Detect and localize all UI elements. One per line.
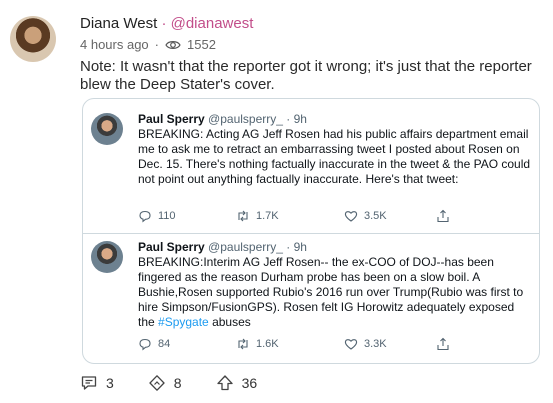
retweet-icon — [238, 338, 248, 350]
author-line: Diana West · @dianawest — [80, 14, 253, 34]
upvote-count: 36 — [241, 375, 258, 391]
reply-icon — [139, 210, 151, 223]
post-time[interactable]: 4 hours ago — [80, 37, 149, 52]
reply-count: 84 — [158, 338, 171, 350]
retweet-button[interactable]: 1.6K — [236, 337, 344, 351]
tweet-time[interactable]: 9h — [294, 112, 307, 126]
reply-button[interactable]: 84 — [138, 337, 236, 351]
upvote-icon — [216, 375, 233, 391]
like-count: 3.5K — [364, 210, 387, 222]
reply-button[interactable]: 110 — [138, 209, 236, 223]
tweet-separator: · — [286, 112, 291, 126]
retweet-icon — [238, 210, 248, 222]
tweet-time[interactable]: 9h — [294, 240, 307, 254]
tweet-separator: · — [286, 240, 291, 254]
reply-count: 110 — [158, 210, 176, 222]
author-separator: · — [161, 15, 167, 32]
repost-button[interactable]: 8 — [148, 374, 182, 392]
like-count: 3.3K — [364, 338, 387, 350]
comment-count: 3 — [106, 375, 114, 391]
author-avatar[interactable] — [10, 16, 56, 62]
tweet-actions: 110 1.7K 3.5K — [138, 209, 518, 223]
tweet-text: BREAKING:Interim AG Jeff Rosen-- the ex-… — [138, 255, 533, 330]
repost-count: 8 — [173, 375, 182, 391]
view-count: 1552 — [187, 37, 216, 52]
hashtag-link[interactable]: #Spygate — [158, 315, 209, 329]
tweet-divider — [83, 233, 539, 234]
comments-button[interactable]: 3 — [80, 374, 114, 392]
tweet-author-name[interactable]: Paul Sperry — [138, 112, 205, 126]
repost-icon — [149, 375, 165, 391]
share-button[interactable] — [436, 337, 476, 351]
tweet-author-handle[interactable]: @paulsperry_ — [208, 112, 283, 126]
like-button[interactable]: 3.5K — [344, 209, 436, 223]
post-footer-actions: 3 8 36 — [80, 374, 291, 392]
meta-separator: · — [154, 37, 160, 52]
post: Diana West · @dianawest 4 hours ago · 15… — [0, 0, 553, 403]
reply-icon — [139, 338, 151, 351]
post-body: Note: It wasn't that the reporter got it… — [80, 58, 532, 93]
tweet-avatar[interactable] — [91, 241, 123, 273]
upvote-button[interactable]: 36 — [216, 374, 258, 392]
tweet-text-end: abuses — [208, 315, 251, 329]
retweet-count: 1.7K — [256, 210, 279, 222]
tweet-text: BREAKING: Acting AG Jeff Rosen had his p… — [138, 127, 531, 186]
heart-icon — [344, 339, 358, 350]
author-name[interactable]: Diana West — [80, 15, 157, 32]
share-button[interactable] — [436, 209, 476, 223]
eye-icon — [165, 40, 181, 49]
like-button[interactable]: 3.3K — [344, 337, 436, 351]
tweet-header: Paul Sperry @paulsperry_ · 9h — [138, 112, 307, 127]
author-handle[interactable]: @dianawest — [171, 15, 254, 32]
comment-icon — [81, 376, 97, 390]
share-icon — [437, 337, 449, 351]
post-meta: 4 hours ago · 1552 — [80, 37, 216, 52]
heart-icon — [344, 211, 358, 222]
tweet-author-handle[interactable]: @paulsperry_ — [208, 240, 283, 254]
tweet-avatar[interactable] — [91, 113, 123, 145]
tweet-header: Paul Sperry @paulsperry_ · 9h — [138, 240, 307, 255]
tweet-actions: 84 1.6K 3.3K — [138, 337, 518, 351]
embedded-tweet-thread[interactable]: Paul Sperry @paulsperry_ · 9h BREAKING: … — [82, 98, 540, 364]
retweet-button[interactable]: 1.7K — [236, 209, 344, 223]
share-icon — [437, 209, 449, 223]
retweet-count: 1.6K — [256, 338, 279, 350]
tweet-author-name[interactable]: Paul Sperry — [138, 240, 205, 254]
